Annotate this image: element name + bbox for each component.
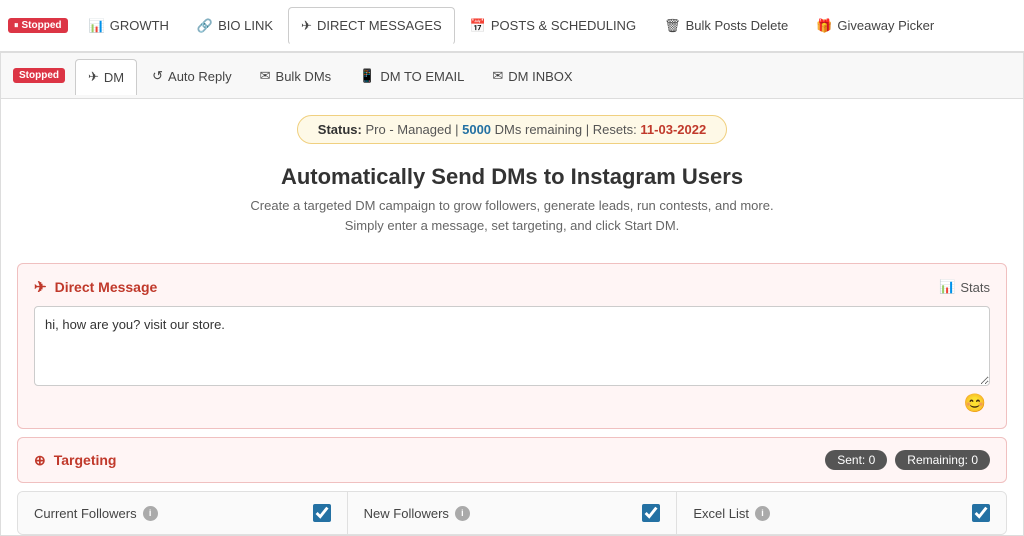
nav-item-posts-scheduling[interactable]: 📅 POSTS & SCHEDULING	[457, 7, 649, 45]
resets-date: 11-03-2022	[640, 122, 706, 137]
sub-nav-dm-inbox[interactable]: ✉ DM INBOX	[479, 58, 585, 94]
remaining-badge: Remaining: 0	[895, 450, 990, 470]
bio-link-icon: 🔗	[197, 18, 213, 34]
status-sep2: |	[586, 122, 593, 137]
dm-icon: ✈	[88, 69, 99, 85]
direct-message-title: Direct Message	[55, 279, 158, 295]
nav-item-growth[interactable]: 📊 GROWTH	[76, 7, 182, 45]
bulk-dms-icon: ✉	[260, 68, 271, 84]
excel-list-info-icon[interactable]: i	[755, 506, 770, 521]
stopped-badge: Stopped	[8, 18, 68, 33]
targeting-title: ⊕ Targeting	[34, 452, 116, 469]
new-followers-label: New Followers i	[364, 506, 470, 521]
new-followers-item: New Followers i	[348, 492, 678, 534]
sub-nav-bulk-dms[interactable]: ✉ Bulk DMs	[247, 58, 345, 94]
stats-button[interactable]: 📊 Stats	[939, 279, 990, 295]
card-title: ✈ Direct Message	[34, 278, 157, 296]
direct-messages-icon: ✈	[301, 18, 312, 34]
nav-item-bulk-posts-delete[interactable]: 🗑 Bulk Posts Delete	[651, 7, 801, 45]
sub-nav-auto-reply[interactable]: ↺ Auto Reply	[139, 58, 245, 94]
targeting-header: ⊕ Targeting Sent: 0 Remaining: 0	[34, 450, 990, 470]
hero-title: Automatically Send DMs to Instagram User…	[21, 164, 1003, 190]
dm-message-input[interactable]	[34, 306, 990, 386]
dms-count: 5000	[462, 122, 491, 137]
status-bar: Status: Pro - Managed | 5000 DMs remaini…	[297, 115, 727, 144]
dm-inbox-icon: ✉	[492, 68, 503, 84]
growth-icon: 📊	[89, 18, 105, 34]
direct-message-card: ✈ Direct Message 📊 Stats 😊	[17, 263, 1007, 429]
new-followers-info-icon[interactable]: i	[455, 506, 470, 521]
main-content: Stopped ✈ DM ↺ Auto Reply ✉ Bulk DMs 📱 D…	[0, 52, 1024, 536]
current-followers-item: Current Followers i	[18, 492, 348, 534]
top-navigation: Stopped 📊 GROWTH 🔗 BIO LINK ✈ DIRECT MES…	[0, 0, 1024, 52]
new-followers-checkbox[interactable]	[642, 504, 660, 522]
nav-item-bio-link[interactable]: 🔗 BIO LINK	[184, 7, 286, 45]
status-bar-wrapper: Status: Pro - Managed | 5000 DMs remaini…	[1, 99, 1023, 152]
sub-stopped-badge: Stopped	[13, 68, 65, 83]
nav-item-direct-messages[interactable]: ✈ DIRECT MESSAGES	[288, 7, 455, 45]
status-plan: Pro - Managed	[365, 122, 451, 137]
emoji-picker-button[interactable]: 😊	[34, 389, 990, 414]
hero-desc1: Create a targeted DM campaign to grow fo…	[21, 196, 1003, 216]
stats-icon: 📊	[939, 279, 955, 295]
sub-nav-dm-to-email[interactable]: 📱 DM TO EMAIL	[346, 58, 477, 94]
send-icon: ✈	[34, 278, 47, 296]
excel-list-item: Excel List i	[677, 492, 1006, 534]
current-followers-label: Current Followers i	[34, 506, 158, 521]
sub-nav-dm[interactable]: ✈ DM	[75, 59, 137, 95]
current-followers-info-icon[interactable]: i	[143, 506, 158, 521]
excel-list-checkbox[interactable]	[972, 504, 990, 522]
sent-badge: Sent: 0	[825, 450, 887, 470]
dms-remaining-label: DMs remaining	[495, 122, 582, 137]
hero-section: Automatically Send DMs to Instagram User…	[1, 152, 1023, 255]
resets-label: Resets:	[593, 122, 637, 137]
current-followers-checkbox[interactable]	[313, 504, 331, 522]
posts-scheduling-icon: 📅	[470, 18, 486, 34]
status-prefix: Status:	[318, 122, 362, 137]
badge-group: Sent: 0 Remaining: 0	[825, 450, 990, 470]
excel-list-label: Excel List i	[693, 506, 770, 521]
card-header: ✈ Direct Message 📊 Stats	[34, 278, 990, 296]
hero-desc2: Simply enter a message, set targeting, a…	[21, 216, 1003, 236]
bulk-delete-icon: 🗑	[664, 18, 681, 34]
auto-reply-icon: ↺	[152, 68, 163, 84]
sub-navigation: Stopped ✈ DM ↺ Auto Reply ✉ Bulk DMs 📱 D…	[1, 53, 1023, 99]
followers-row: Current Followers i New Followers i Exce…	[17, 491, 1007, 535]
targeting-icon: ⊕	[34, 452, 46, 469]
emoji-icon: 😊	[964, 393, 986, 414]
dm-to-email-icon: 📱	[359, 68, 375, 84]
targeting-card: ⊕ Targeting Sent: 0 Remaining: 0	[17, 437, 1007, 483]
giveaway-icon: 🎁	[816, 18, 832, 34]
nav-item-giveaway-picker[interactable]: 🎁 Giveaway Picker	[803, 7, 947, 45]
